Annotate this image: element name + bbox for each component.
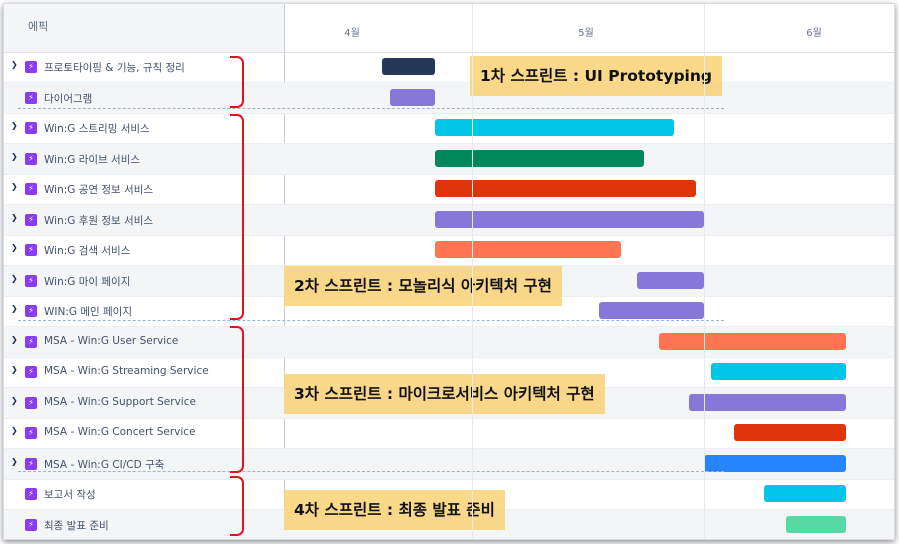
- sprint-bracket: [230, 114, 244, 320]
- epic-icon: ⚡: [25, 91, 37, 104]
- epic-label[interactable]: Win:G 라이브 서비스: [44, 152, 140, 167]
- timeline-bar[interactable]: [435, 149, 644, 167]
- expand-chevron-icon[interactable]: ❯: [11, 213, 18, 222]
- expand-chevron-icon[interactable]: ❯: [11, 365, 18, 374]
- epic-row[interactable]: ❯ ⚡ MSA - Win:G Concert Service: [4, 418, 894, 449]
- timeline-bar[interactable]: [659, 332, 846, 350]
- epic-row[interactable]: ❯ ⚡ Win:G 공연 정보 서비스: [4, 174, 894, 205]
- epic-label[interactable]: MSA - Win:G Streaming Service: [44, 365, 209, 377]
- roadmap-window: 에픽 4월 5월 6월 ❯ ⚡ 프로토타이핑 & 기능, 규칙 정리 ⚡ 다이어그램 ❯ ⚡ Wi…: [3, 3, 895, 540]
- timeline-bar[interactable]: [435, 180, 696, 197]
- epic-row[interactable]: ❯ ⚡ 프로토타이핑 & 기능, 규칙 정리: [4, 52, 894, 83]
- epic-row[interactable]: ❯ ⚡ Win:G 라이브 서비스: [4, 143, 894, 175]
- epic-icon: ⚡: [25, 305, 37, 317]
- expand-chevron-icon[interactable]: ❯: [11, 243, 18, 252]
- timeline-bar[interactable]: [786, 515, 846, 533]
- epic-label[interactable]: WIN:G 메인 페이지: [44, 304, 132, 319]
- epic-label[interactable]: MSA - Win:G Concert Service: [44, 426, 196, 438]
- sprint-separator: [18, 108, 724, 109]
- epic-row[interactable]: ❯ ⚡ Win:G 스트리밍 서비스: [4, 113, 894, 144]
- epic-icon: ⚡: [25, 152, 37, 165]
- epic-icon: ⚡: [25, 518, 37, 531]
- timeline-bar[interactable]: [435, 210, 704, 228]
- sprint-bracket: [230, 326, 244, 473]
- expand-chevron-icon[interactable]: ❯: [11, 121, 18, 130]
- epic-label[interactable]: 최종 발표 준비: [44, 518, 109, 533]
- epic-icon: ⚡: [25, 213, 37, 226]
- sprint-bracket: [230, 476, 244, 536]
- sprint-label: 2차 스프린트 : 모놀리식 아키텍처 구현: [284, 266, 562, 306]
- expand-chevron-icon[interactable]: ❯: [11, 60, 18, 69]
- timeline-bar[interactable]: [689, 393, 846, 411]
- epic-icon: ⚡: [25, 244, 37, 256]
- expand-chevron-icon[interactable]: ❯: [11, 274, 18, 283]
- expand-chevron-icon[interactable]: ❯: [11, 335, 18, 344]
- epic-label[interactable]: Win:G 스트리밍 서비스: [44, 121, 150, 136]
- expand-chevron-icon[interactable]: ❯: [11, 152, 18, 161]
- epic-icon: ⚡: [25, 366, 37, 378]
- epic-label[interactable]: 보고서 작성: [44, 487, 96, 502]
- epic-icon: ⚡: [25, 457, 37, 470]
- sprint-label: 1차 스프린트 : UI Prototyping: [470, 56, 722, 96]
- epic-column-header: 에픽: [4, 4, 284, 53]
- month-label: 6월: [806, 28, 822, 39]
- epic-label[interactable]: MSA - Win:G Support Service: [44, 396, 196, 408]
- timeline-bar[interactable]: [704, 454, 846, 472]
- epic-label[interactable]: 다이어그램: [44, 91, 92, 106]
- timeline-bar[interactable]: [764, 485, 846, 502]
- month-label: 5월: [578, 28, 594, 39]
- epic-label[interactable]: Win:G 마이 페이지: [44, 274, 130, 289]
- epic-row[interactable]: ❯ ⚡ MSA - Win:G User Service: [4, 326, 894, 358]
- expand-chevron-icon[interactable]: ❯: [11, 396, 18, 405]
- timeline-bar[interactable]: [637, 271, 704, 289]
- expand-chevron-icon[interactable]: ❯: [11, 426, 18, 435]
- sprint-separator: [18, 471, 724, 472]
- epic-icon: ⚡: [25, 122, 37, 134]
- epic-label[interactable]: Win:G 검색 서비스: [44, 243, 130, 258]
- expand-chevron-icon[interactable]: ❯: [11, 182, 18, 191]
- sprint-label: 3차 스프린트 : 마이크로서비스 아키텍처 구현: [284, 374, 605, 414]
- epic-icon: ⚡: [25, 396, 37, 409]
- expand-chevron-icon[interactable]: ❯: [11, 304, 18, 313]
- timeline-bar[interactable]: [711, 363, 846, 380]
- timeline-bar[interactable]: [599, 302, 704, 319]
- epic-label[interactable]: Win:G 후원 정보 서비스: [44, 213, 153, 228]
- epic-label[interactable]: Win:G 공연 정보 서비스: [44, 182, 153, 197]
- month-header: 4월 5월 6월: [284, 4, 894, 53]
- epic-icon: ⚡: [25, 183, 37, 195]
- timeline-bar[interactable]: [435, 241, 621, 258]
- epic-label[interactable]: 프로토타이핑 & 기능, 규칙 정리: [44, 60, 185, 75]
- epic-column-title: 에픽: [28, 20, 49, 33]
- timeline-bar[interactable]: [734, 424, 846, 441]
- month-gridline: [472, 4, 473, 539]
- timeline-bar[interactable]: [435, 119, 674, 136]
- month-gridline: [704, 4, 705, 539]
- epic-row[interactable]: ❯ ⚡ Win:G 후원 정보 서비스: [4, 204, 894, 236]
- roadmap-timeline: 에픽 4월 5월 6월 ❯ ⚡ 프로토타이핑 & 기능, 규칙 정리 ⚡ 다이어그램 ❯ ⚡ Wi…: [4, 4, 894, 539]
- epic-icon: ⚡: [25, 61, 37, 73]
- expand-chevron-icon[interactable]: ❯: [11, 457, 18, 466]
- epic-label[interactable]: MSA - Win:G CI/CD 구축: [44, 457, 164, 472]
- epic-row[interactable]: ❯ ⚡ Win:G 검색 서비스: [4, 235, 894, 266]
- epic-icon: ⚡: [25, 427, 37, 439]
- month-label: 4월: [344, 28, 360, 39]
- timeline-bar[interactable]: [382, 58, 435, 75]
- epic-icon: ⚡: [25, 335, 37, 348]
- epic-label[interactable]: MSA - Win:G User Service: [44, 335, 178, 347]
- sprint-separator: [18, 320, 724, 321]
- sprint-bracket: [230, 56, 244, 108]
- epic-row[interactable]: ❯ ⚡ MSA - Win:G CI/CD 구축: [4, 448, 894, 480]
- timeline-bar[interactable]: [390, 88, 435, 106]
- epic-icon: ⚡: [25, 274, 37, 287]
- epic-icon: ⚡: [25, 488, 37, 500]
